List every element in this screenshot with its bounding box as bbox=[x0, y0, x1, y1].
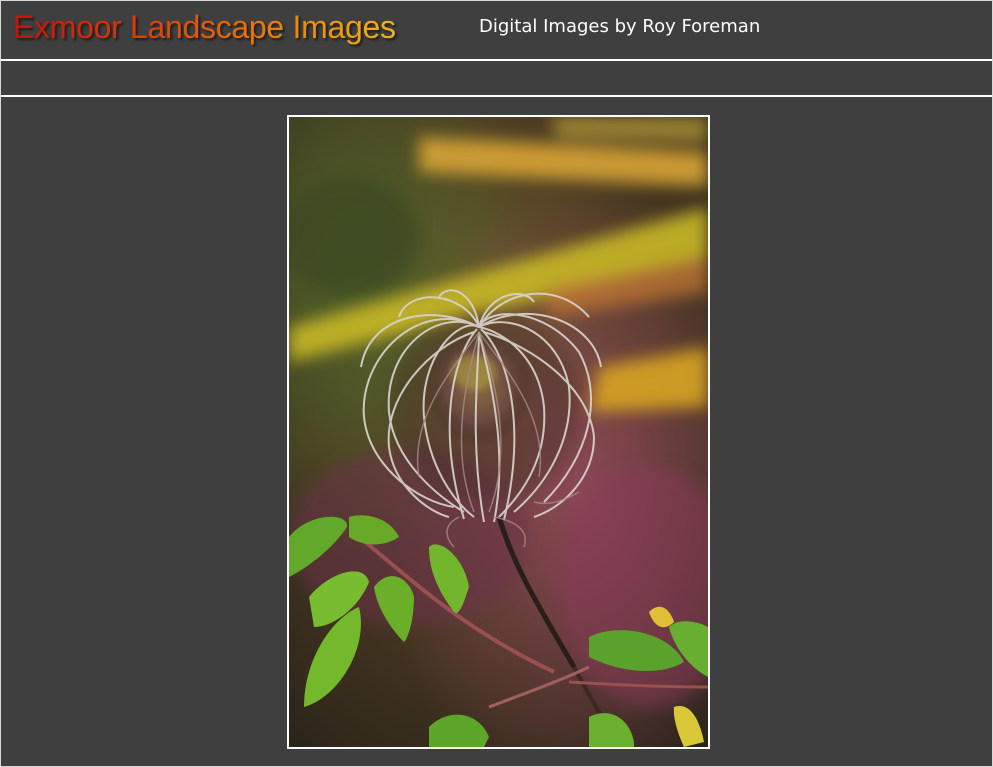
clematis-seedhead-photo bbox=[289, 117, 708, 747]
site-subtitle: Digital Images by Roy Foreman bbox=[479, 16, 761, 37]
main-photo[interactable] bbox=[287, 115, 710, 749]
navigation-bar bbox=[1, 61, 992, 97]
site-header: Exmoor Landscape Images Digital Images b… bbox=[1, 1, 992, 61]
page: Exmoor Landscape Images Digital Images b… bbox=[0, 0, 993, 767]
site-title[interactable]: Exmoor Landscape Images bbox=[13, 9, 396, 46]
